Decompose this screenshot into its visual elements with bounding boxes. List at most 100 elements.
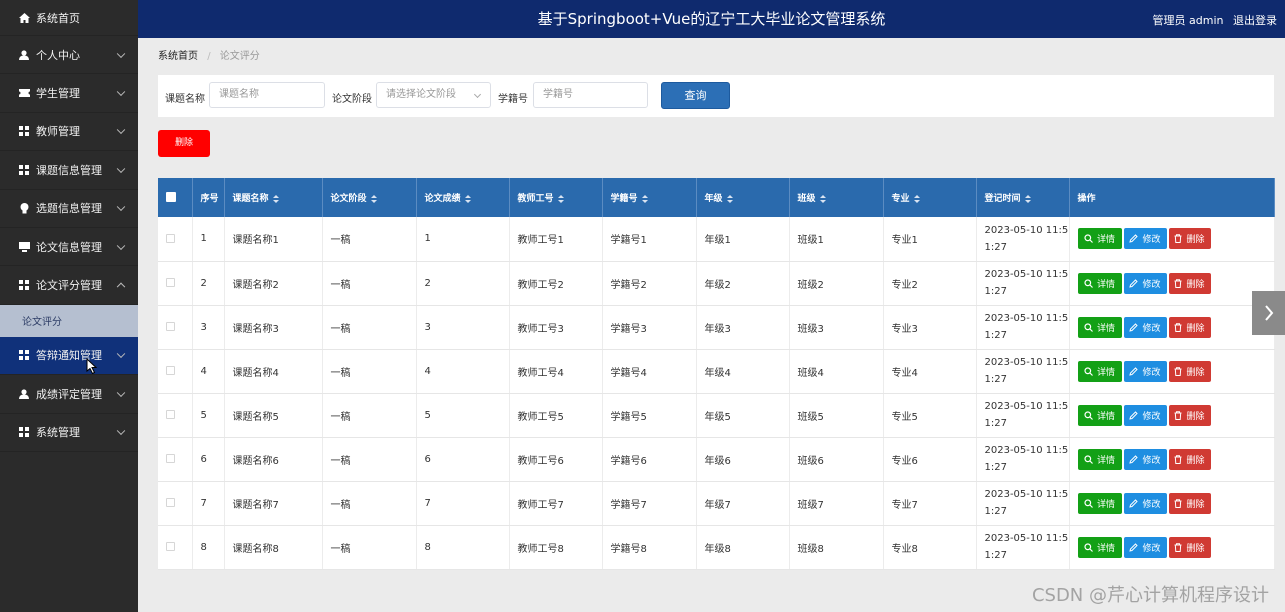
detail-button[interactable]: 详情 [1077,272,1122,294]
row-delete-button[interactable]: 删除 [1168,272,1211,294]
edit-button[interactable]: 修改 [1123,492,1167,514]
batch-delete-button[interactable]: 删除 [158,130,210,157]
cell-title: 课题名称7 [224,481,323,526]
column-header[interactable]: 班级 [789,178,884,217]
edit-button[interactable]: 修改 [1123,404,1167,426]
chevron-down-icon [116,202,126,212]
row-delete-button[interactable]: 删除 [1168,536,1211,558]
sidebar-item-defense-notice[interactable]: 答辩通知管理 [0,336,138,376]
row-checkbox[interactable] [166,410,175,419]
row-checkbox[interactable] [166,366,175,375]
breadcrumb: 系统首页 / 论文评分 [158,47,260,62]
chevron-down-icon [116,241,126,250]
cell-register-time: 2023-05-10 11:5 1:27 [976,437,1070,482]
row-delete-button[interactable]: 删除 [1168,448,1211,470]
sidebar-item-topic-selection[interactable]: 选题信息管理 [0,190,138,228]
detail-button[interactable]: 详情 [1077,492,1122,514]
edit-button-label: 修改 [1142,279,1161,290]
search-icon [1084,410,1095,420]
stage-select-placeholder: 请选择论文阶段 [386,89,456,100]
edit-button[interactable]: 修改 [1123,272,1167,294]
chevron-up-icon [116,282,126,292]
query-button[interactable]: 查询 [661,82,730,109]
detail-button[interactable]: 详情 [1077,448,1122,470]
sidebar-subitem-thesis-score[interactable]: 论文评分 [0,304,138,337]
logout-link[interactable]: 退出登录 [1233,14,1277,27]
row-checkbox[interactable] [166,542,175,551]
breadcrumb-home[interactable]: 系统首页 [158,51,198,62]
register-time-line2: 1:27 [984,550,1007,561]
row-delete-button[interactable]: 删除 [1168,316,1211,338]
row-checkbox[interactable] [166,233,175,243]
edit-button[interactable]: 修改 [1123,536,1167,558]
sidebar-item-topic-info[interactable]: 课题信息管理 [0,151,138,190]
row-delete-button-label: 删除 [1186,323,1205,334]
edit-button-label: 修改 [1142,235,1161,246]
column-header[interactable]: 年级 [696,178,790,217]
search-icon [1084,234,1095,244]
detail-button[interactable]: 详情 [1077,536,1122,558]
row-checkbox[interactable] [166,454,175,463]
edit-button[interactable]: 修改 [1123,228,1167,250]
sidebar-item-system-management[interactable]: 系统管理 [0,414,138,452]
cell-student: 学籍号6 [602,437,697,482]
row-checkbox[interactable] [166,278,175,287]
detail-button[interactable]: 详情 [1077,404,1122,426]
edit-icon [1129,498,1140,508]
sidebar-item-grade-evaluation[interactable]: 成绩评定管理 [0,375,138,414]
detail-button[interactable]: 详情 [1077,316,1122,338]
row-delete-button[interactable]: 删除 [1168,492,1211,514]
sidebar-item-teachers[interactable]: 教师管理 [0,113,138,152]
column-header[interactable]: 论文成绩 [416,178,510,217]
search-icon [1084,278,1095,288]
edit-button[interactable]: 修改 [1123,360,1167,382]
cell-stage: 一稿 [322,481,417,526]
cell-stage: 一稿 [322,305,417,350]
row-checkbox[interactable] [166,498,175,507]
row-delete-button[interactable]: 删除 [1168,360,1211,382]
sidebar-item-personal-center[interactable]: 个人中心 [0,36,138,75]
table-header-row: 序号 课题名称 论文阶段 论文成绩 教师工号 学籍号 年级 班级 专业 登记时间… [158,178,1275,217]
cell-class: 班级7 [789,481,884,526]
detail-button[interactable]: 详情 [1077,228,1122,250]
column-header[interactable]: 论文阶段 [322,178,417,217]
detail-button[interactable]: 详情 [1077,360,1122,382]
sidebar-item-thesis-scoring[interactable]: 论文评分管理 [0,266,138,305]
cell-register-time: 2023-05-10 11:5 1:27 [976,217,1070,262]
breadcrumb-separator: / [207,51,211,62]
row-select-cell [158,437,193,482]
edit-button[interactable]: 修改 [1123,316,1167,338]
row-checkbox[interactable] [166,322,175,331]
cell-actions: 详情 修改 删除 [1069,481,1275,526]
edit-icon [1129,454,1140,464]
stage-select[interactable]: 请选择论文阶段 [376,82,491,108]
sidebar-item-thesis-info[interactable]: 论文信息管理 [0,228,138,267]
title-search-input[interactable]: 课题名称 [209,82,325,108]
trash-icon [1174,366,1184,376]
cell-register-time: 2023-05-10 11:5 1:27 [976,305,1070,350]
cell-title: 课题名称2 [224,261,323,306]
cell-grade: 年级1 [696,217,790,262]
select-all-checkbox[interactable] [166,192,176,203]
student-id-search-input[interactable]: 学籍号 [533,82,648,108]
sidebar-item-label: 个人中心 [36,48,80,62]
column-header[interactable]: 课题名称 [224,178,323,217]
chevron-down-icon [116,164,126,173]
row-delete-button[interactable]: 删除 [1168,228,1211,250]
column-header[interactable]: 专业 [883,178,977,217]
trash-icon [1174,322,1184,332]
column-header[interactable]: 学籍号 [602,178,697,217]
column-header[interactable]: 登记时间 [976,178,1070,217]
row-select-cell [158,217,193,262]
sidebar-item-students[interactable]: 学生管理 [0,74,138,113]
row-delete-button[interactable]: 删除 [1168,404,1211,426]
edit-button[interactable]: 修改 [1123,448,1167,470]
cell-stage: 一稿 [322,525,417,570]
column-header[interactable]: 教师工号 [509,178,603,217]
cell-no: 1 [192,217,225,262]
row-delete-button-label: 删除 [1186,279,1205,290]
register-time-line2: 1:27 [984,418,1007,429]
column-label: 教师工号 [517,194,554,204]
next-page-arrow[interactable] [1252,291,1285,335]
sidebar-item-home[interactable]: 系统首页 [0,0,138,36]
